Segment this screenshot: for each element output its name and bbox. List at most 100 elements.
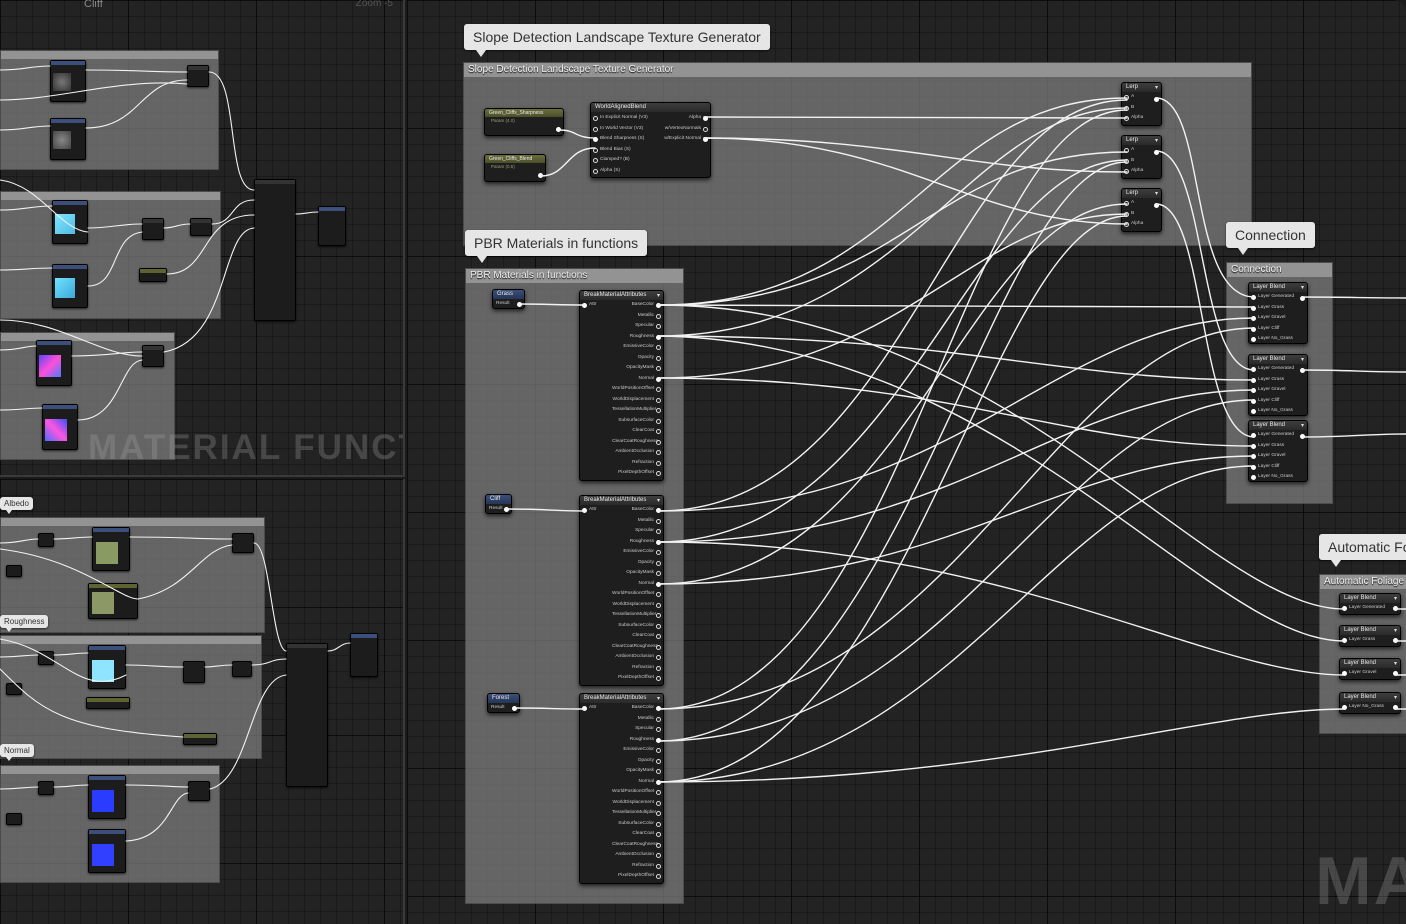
- output-pin-row[interactable]: w/Explicit Normal: [654, 134, 710, 145]
- input-pin[interactable]: [582, 508, 587, 513]
- input-pin-row[interactable]: Blend Sharpness (S): [591, 134, 661, 145]
- output-pin[interactable]: [1393, 671, 1398, 676]
- output-pin[interactable]: [656, 387, 661, 392]
- output-pin[interactable]: [512, 705, 517, 711]
- texture-sample-node[interactable]: [88, 775, 126, 819]
- input-pin-row[interactable]: Layer Grass: [1249, 375, 1307, 386]
- output-pin-row[interactable]: Metallic: [603, 516, 663, 527]
- output-pin[interactable]: [656, 644, 661, 650]
- input-pin[interactable]: [1251, 454, 1256, 459]
- constant-node[interactable]: [183, 733, 217, 745]
- input-pin-row[interactable]: Layer Generated: [1249, 430, 1307, 441]
- texture-sample-node[interactable]: [52, 200, 88, 244]
- output-pin[interactable]: [656, 550, 661, 555]
- foliage-layer-blend-node[interactable]: Layer Blend ▾ Layer Generated: [1339, 593, 1401, 615]
- input-pin[interactable]: [593, 137, 598, 142]
- math-node[interactable]: [190, 218, 212, 236]
- constant-node[interactable]: [139, 268, 167, 282]
- output-pin-row[interactable]: OpacityMask: [603, 568, 663, 579]
- input-pin[interactable]: [593, 158, 598, 163]
- output-pin-row[interactable]: EmissiveColor: [603, 745, 663, 756]
- chevron-down-icon[interactable]: ▾: [1155, 84, 1158, 91]
- output-pin-row[interactable]: Result: [493, 299, 524, 309]
- material-function-graph-panel[interactable]: Cliff Zoom -5 MATERIAL FUNCTI: [0, 0, 405, 477]
- input-pin-row[interactable]: Layer Grass: [1249, 303, 1307, 314]
- comment-box-2[interactable]: [0, 191, 221, 319]
- input-pin[interactable]: [1342, 705, 1347, 710]
- comment-bubble-connection[interactable]: Connection: [1226, 222, 1315, 255]
- input-pin-row[interactable]: B: [1122, 156, 1161, 167]
- comment-bubble-automatic-foliage[interactable]: Automatic Fo: [1319, 534, 1406, 567]
- output-node[interactable]: [350, 633, 378, 677]
- output-pin-row[interactable]: EmissiveColor: [603, 342, 663, 353]
- output-pin[interactable]: [656, 439, 661, 445]
- chevron-down-icon[interactable]: ▾: [1394, 694, 1397, 701]
- material-function-cliff[interactable]: Cliff Result: [485, 494, 512, 514]
- output-pin[interactable]: [656, 706, 661, 711]
- input-pin[interactable]: [593, 147, 598, 153]
- input-pin[interactable]: [1251, 409, 1256, 414]
- lerp-node[interactable]: Lerp ▾ A B Alpha: [1121, 135, 1162, 179]
- output-pin[interactable]: [1154, 97, 1159, 102]
- chevron-down-icon[interactable]: ▾: [1394, 627, 1397, 634]
- scalar-param-blend[interactable]: Green_Cliffs_Blend Param (0.5): [484, 154, 546, 182]
- output-pin[interactable]: [656, 539, 661, 545]
- texture-sample-node[interactable]: [52, 264, 88, 308]
- output-pin[interactable]: [656, 769, 661, 774]
- output-pin-row[interactable]: WorldDisplacement: [603, 395, 663, 406]
- output-pin[interactable]: [1300, 296, 1305, 301]
- output-pin[interactable]: [1393, 638, 1398, 643]
- input-pin[interactable]: [1251, 316, 1256, 321]
- input-pin[interactable]: [1251, 443, 1256, 449]
- output-pin-row[interactable]: Normal: [603, 777, 663, 788]
- world-aligned-blend-node[interactable]: WorldAlignedBlend In Explicit Normal (V3…: [590, 102, 711, 178]
- layer-blend-node[interactable]: Layer Blend ▾ Layer Generated Layer Grass La…: [1248, 354, 1308, 416]
- output-pin-row[interactable]: Roughness: [603, 332, 663, 343]
- input-pin-row[interactable]: In World Vector (V3): [591, 124, 661, 135]
- output-pin-row[interactable]: Refraction: [603, 458, 663, 469]
- output-pin[interactable]: [703, 116, 708, 121]
- input-pin-row[interactable]: Layer Gravel: [1249, 451, 1307, 462]
- output-pin[interactable]: [517, 301, 522, 307]
- output-pin-row[interactable]: Normal: [603, 374, 663, 385]
- constant-node[interactable]: [86, 697, 130, 709]
- chevron-down-icon[interactable]: ▾: [657, 292, 660, 299]
- output-pin[interactable]: [656, 376, 661, 382]
- output-pin[interactable]: [656, 418, 661, 424]
- input-pin[interactable]: [582, 706, 587, 711]
- output-pin-row[interactable]: SubsurfaceColor: [603, 621, 663, 632]
- input-pin-row[interactable]: Layer Cliff: [1249, 462, 1307, 473]
- output-pin-row[interactable]: WorldPositionOffset: [603, 589, 663, 600]
- input-pin-row[interactable]: Layer No_Grass: [1249, 472, 1307, 483]
- output-pin[interactable]: [656, 602, 661, 608]
- texture-sample-node[interactable]: [88, 645, 126, 689]
- input-pin[interactable]: [1124, 222, 1129, 227]
- output-pin[interactable]: [656, 592, 661, 597]
- chevron-down-icon[interactable]: ▾: [1301, 356, 1304, 363]
- output-pin[interactable]: [504, 506, 509, 512]
- output-pin[interactable]: [656, 758, 661, 764]
- output-pin-row[interactable]: TessellationMultiplier: [603, 610, 663, 621]
- output-pin[interactable]: [703, 137, 708, 142]
- input-pin[interactable]: [1124, 116, 1129, 121]
- input-pin-row[interactable]: Alpha: [1122, 166, 1161, 177]
- texture-sample-node[interactable]: [50, 118, 86, 160]
- output-pin[interactable]: [1393, 606, 1398, 611]
- input-pin[interactable]: [1251, 305, 1256, 311]
- output-pin-row[interactable]: ClearCoatRoughness: [603, 437, 663, 448]
- input-pin-row[interactable]: Layer Cliff: [1249, 324, 1307, 335]
- math-node[interactable]: [232, 661, 252, 677]
- output-pin-row[interactable]: Metallic: [603, 311, 663, 322]
- texture-sample-node[interactable]: [36, 340, 72, 386]
- output-pin-row[interactable]: w/VertexNormals: [654, 124, 710, 135]
- output-pin[interactable]: [656, 613, 661, 618]
- output-pin[interactable]: [656, 571, 661, 576]
- math-node[interactable]: [232, 533, 254, 553]
- output-pin[interactable]: [656, 655, 661, 660]
- chevron-down-icon[interactable]: ▾: [1301, 284, 1304, 291]
- output-pin[interactable]: [656, 832, 661, 837]
- input-pin[interactable]: [1124, 95, 1129, 100]
- output-pin[interactable]: [656, 313, 661, 319]
- input-pin-row[interactable]: Attr: [580, 703, 605, 714]
- output-pin[interactable]: [656, 518, 661, 524]
